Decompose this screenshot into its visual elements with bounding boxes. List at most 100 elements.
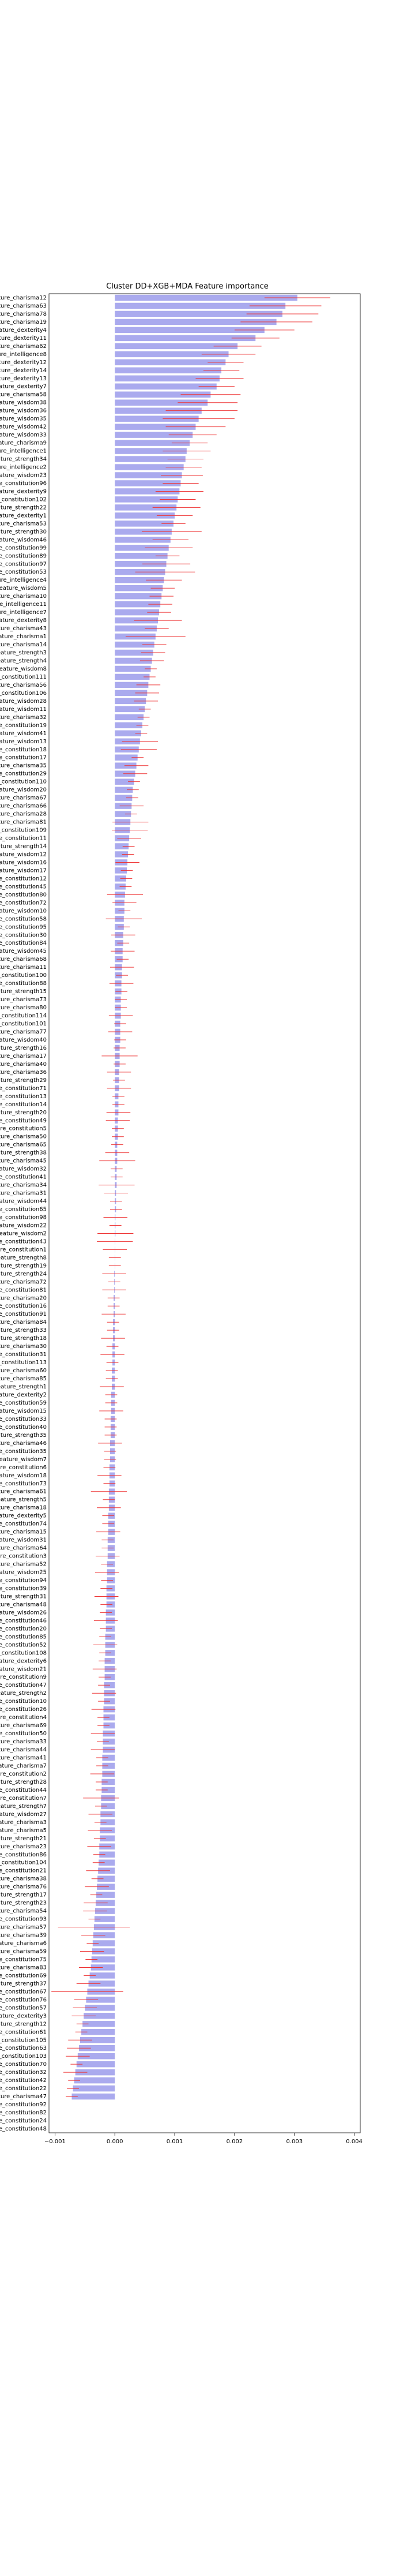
y-tick-label: feature_constitution65	[0, 1207, 47, 1213]
y-tick-label: feature_constitution52	[0, 1642, 47, 1648]
y-tick-label: feature_dexterity13	[0, 376, 47, 382]
y-tick-label: feature_constitution39	[0, 1585, 47, 1592]
y-tick-label: feature_constitution17	[0, 755, 47, 761]
y-tick-label: feature_constitution96	[0, 480, 47, 486]
y-tick-label: feature_constitution29	[0, 771, 47, 777]
y-tick-label: feature_constitution46	[0, 1618, 47, 1624]
y-tick-label: feature_charisma10	[0, 593, 47, 600]
y-tick-label: feature_strength23	[0, 1900, 47, 1907]
y-tick-labels: feature_charisma12 feature_charisma63feat…	[0, 295, 47, 2132]
y-tick-label: feature_constitution19	[0, 722, 47, 729]
y-tick-label: feature_constitution41	[0, 1174, 47, 1181]
y-tick-label: feature_constitution16	[0, 1303, 47, 1309]
y-tick-label: feature_strength7	[0, 1803, 47, 1810]
y-tick-label: feature_charisma32	[0, 714, 47, 721]
y-tick-label: feature_charisma5	[0, 1828, 47, 1834]
y-tick-label: feature_intelligence11	[0, 601, 47, 608]
y-tick-label: feature_constitution18	[0, 747, 47, 753]
y-tick-label: feature_charisma58	[0, 392, 47, 398]
bars-layer	[51, 294, 331, 2100]
y-tick-label: feature_charisma66	[0, 803, 47, 810]
y-tick-label: feature_constitution92	[0, 2102, 47, 2108]
y-tick-label: feature_constitution88	[0, 980, 47, 987]
y-tick-label: feature_constitution111	[0, 674, 47, 680]
y-tick-label: feature_charisma52	[0, 1562, 47, 1568]
y-tick-label: feature_charisma78	[0, 311, 47, 317]
y-tick-label: feature_strength29	[0, 1077, 47, 1084]
y-tick-label: feature_strength12	[0, 2021, 47, 2027]
y-tick-label: feature_constitution63	[0, 2045, 47, 2051]
y-tick-label: feature_dexterity14	[0, 368, 47, 374]
y-tick-label: feature_charisma50	[0, 1134, 47, 1140]
y-tick-label: feature_constitution21	[0, 1868, 47, 1874]
y-tick-label: feature_charisma56	[0, 682, 47, 688]
y-tick-label: feature_strength2	[0, 1690, 47, 1697]
y-tick-label: feature_strength4	[0, 658, 47, 664]
y-tick-label: feature_wisdom28	[0, 698, 47, 705]
y-tick-label: feature_constitution94	[0, 1578, 47, 1584]
y-tick-label: feature_constitution22	[0, 2085, 47, 2092]
y-tick-label: feature_constitution12	[0, 875, 47, 882]
y-tick-label: feature_charisma43	[0, 626, 47, 632]
y-tick-label: feature_constitution102	[0, 496, 47, 503]
y-tick-label: feature_constitution101	[0, 1021, 47, 1027]
y-tick-label: feature_strength3	[0, 650, 47, 656]
y-tick-label: feature_strength17	[0, 1892, 47, 1899]
y-tick-label: feature_charisma17	[0, 1053, 47, 1059]
y-tick-label: feature_dexterity3	[0, 2013, 47, 2019]
y-tick-label: feature_wisdom21	[0, 1666, 47, 1672]
y-tick-label: feature_wisdom40	[0, 1037, 47, 1043]
y-tick-label: feature_constitution47	[0, 1682, 47, 1688]
y-tick-label: feature_charisma64	[0, 1545, 47, 1552]
y-tick-label: feature_constitution110	[0, 779, 47, 785]
y-tick-label: feature_charisma68	[0, 956, 47, 963]
y-tick-label: feature_charisma33	[0, 1739, 47, 1745]
y-tick-label: feature_dexterity4	[0, 327, 47, 334]
y-tick-label: feature_wisdom32	[0, 1166, 47, 1173]
x-tick-label: 0.003	[286, 2139, 303, 2145]
y-tick-label: feature_constitution109	[0, 828, 47, 834]
y-tick-label: feature_constitution99	[0, 545, 47, 551]
y-tick-label: feature_constitution69	[0, 1972, 47, 1979]
y-tick-label: feature_dexterity8	[0, 617, 47, 624]
y-tick-label: feature_constitution74	[0, 1521, 47, 1527]
y-tick-label: feature_wisdom38	[0, 400, 47, 406]
x-axis: −0.001 0.000 0.001 0.002 0.003 0.004	[44, 2133, 363, 2145]
x-tick-label: 0.004	[346, 2139, 363, 2145]
y-tick-label: feature_charisma41	[0, 1755, 47, 1761]
y-tick-label: feature_charisma80	[0, 1005, 47, 1011]
y-tick-label: feature_strength34	[0, 456, 47, 463]
y-tick-label: feature_charisma61	[0, 1489, 47, 1495]
y-tick-label: feature_constitution72	[0, 900, 47, 906]
y-tick-label: feature_constitution108	[0, 1650, 47, 1656]
y-tick-label: feature_constitution48	[0, 2126, 47, 2132]
y-tick-label: feature_wisdom45	[0, 948, 47, 954]
y-tick-label: feature_strength38	[0, 1150, 47, 1156]
y-tick-label: feature_charisma9	[0, 440, 47, 447]
y-tick-label: feature_constitution7	[0, 1795, 47, 1802]
y-tick-label: feature_constitution2	[0, 1771, 47, 1777]
y-tick-label: feature_constitution35	[0, 1448, 47, 1455]
y-tick-label: feature_constitution58	[0, 916, 47, 922]
feature-importance-chart: Cluster DD+XGB+MDA Feature importance fe…	[0, 282, 363, 2145]
y-tick-label: feature_constitution10	[0, 1698, 47, 1705]
bar-feature_constitution22	[73, 2085, 115, 2092]
y-tick-label: feature_constitution44	[0, 1787, 47, 1794]
y-tick-label: feature_wisdom35	[0, 416, 47, 422]
y-tick-label: feature_constitution1	[0, 1246, 47, 1253]
y-tick-label: feature_constitution81	[0, 1287, 47, 1293]
x-tick-label: 0.002	[227, 2139, 243, 2145]
y-tick-label: feature_wisdom41	[0, 731, 47, 737]
x-tick-label: 0.001	[167, 2139, 183, 2145]
y-tick-label: feature_strength28	[0, 1779, 47, 1785]
y-tick-label: feature_charisma46	[0, 1440, 47, 1447]
y-tick-label: feature_wisdom11	[0, 706, 47, 713]
y-tick-label: feature_wisdom8	[0, 666, 47, 672]
y-tick-label: feature_constitution32	[0, 2069, 47, 2076]
y-tick-label: feature_constitution24	[0, 2118, 47, 2124]
y-tick-label: feature_charisma35	[0, 763, 47, 769]
y-tick-label: feature_strength30	[0, 529, 47, 535]
y-tick-label: feature_strength22	[0, 504, 47, 511]
y-tick-label: feature_charisma36	[0, 1069, 47, 1076]
y-tick-label: feature_constitution59	[0, 1400, 47, 1406]
